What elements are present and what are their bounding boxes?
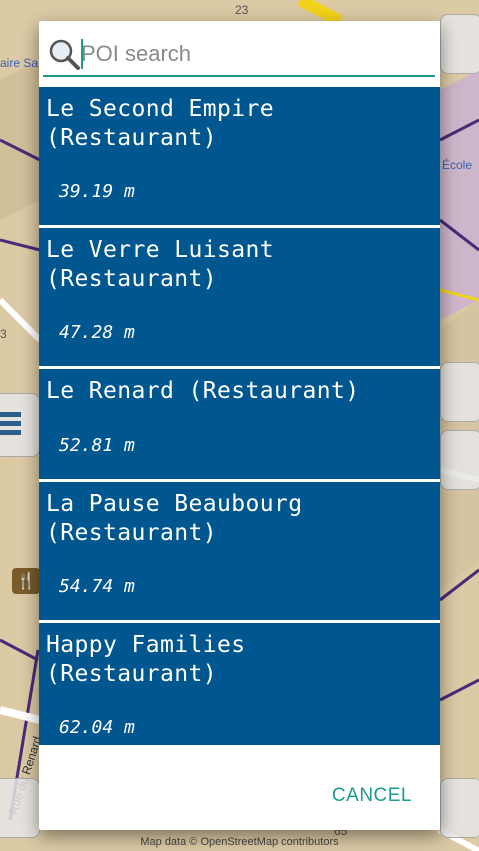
cancel-button[interactable]: CANCEL — [332, 785, 412, 807]
poi-distance: 47.28 m — [59, 322, 135, 343]
poi-name: Le Second Empire (Restaurant) — [46, 96, 274, 151]
restaurant-icon[interactable]: 🍴 — [12, 568, 40, 594]
poi-distance: 39.19 m — [59, 181, 135, 202]
poi-list-item[interactable]: Le Renard (Restaurant) 52.81 m — [39, 369, 440, 479]
search-underline — [43, 75, 435, 77]
map-number-label: 23 — [235, 3, 249, 17]
poi-name: La Pause Beaubourg (Restaurant) — [46, 491, 303, 546]
poi-distance: 54.74 m — [59, 576, 135, 597]
search-bar — [39, 21, 440, 85]
map-control-button[interactable] — [440, 14, 479, 74]
location-button[interactable] — [440, 778, 479, 838]
poi-list-item[interactable]: La Pause Beaubourg (Restaurant) 54.74 m — [39, 482, 440, 620]
poi-list-item[interactable]: Le Second Empire (Restaurant) 39.19 m — [39, 87, 440, 225]
poi-name: Le Renard (Restaurant) — [46, 378, 360, 404]
poi-name: Le Verre Luisant (Restaurant) — [46, 237, 274, 292]
poi-search-input[interactable] — [81, 35, 433, 73]
poi-list-item[interactable]: Happy Families (Restaurant) 62.04 m — [39, 623, 440, 745]
map-control-button-bottom-left[interactable] — [0, 778, 40, 838]
poi-distance: 62.04 m — [59, 717, 135, 738]
map-number-label-left: 3 — [0, 327, 7, 341]
map-place-label-right: École — [442, 158, 473, 172]
map-attribution: Map data © OpenStreetMap contributors — [140, 836, 339, 848]
poi-distance: 52.81 m — [59, 435, 135, 456]
poi-search-dialog: Le Second Empire (Restaurant) 39.19 m Le… — [39, 21, 440, 830]
text-cursor — [81, 39, 83, 69]
poi-result-list[interactable]: Le Second Empire (Restaurant) 39.19 m Le… — [39, 87, 440, 745]
poi-list-item[interactable]: Le Verre Luisant (Restaurant) 47.28 m — [39, 228, 440, 366]
zoom-out-button[interactable] — [440, 430, 479, 490]
search-icon — [49, 39, 80, 70]
zoom-in-button[interactable] — [440, 362, 479, 422]
poi-name: Happy Families (Restaurant) — [46, 632, 246, 687]
list-icon — [0, 412, 21, 439]
map-place-label: aire Sa — [0, 56, 39, 70]
list-menu-button[interactable] — [0, 393, 40, 457]
dialog-footer: CANCEL — [39, 745, 440, 830]
